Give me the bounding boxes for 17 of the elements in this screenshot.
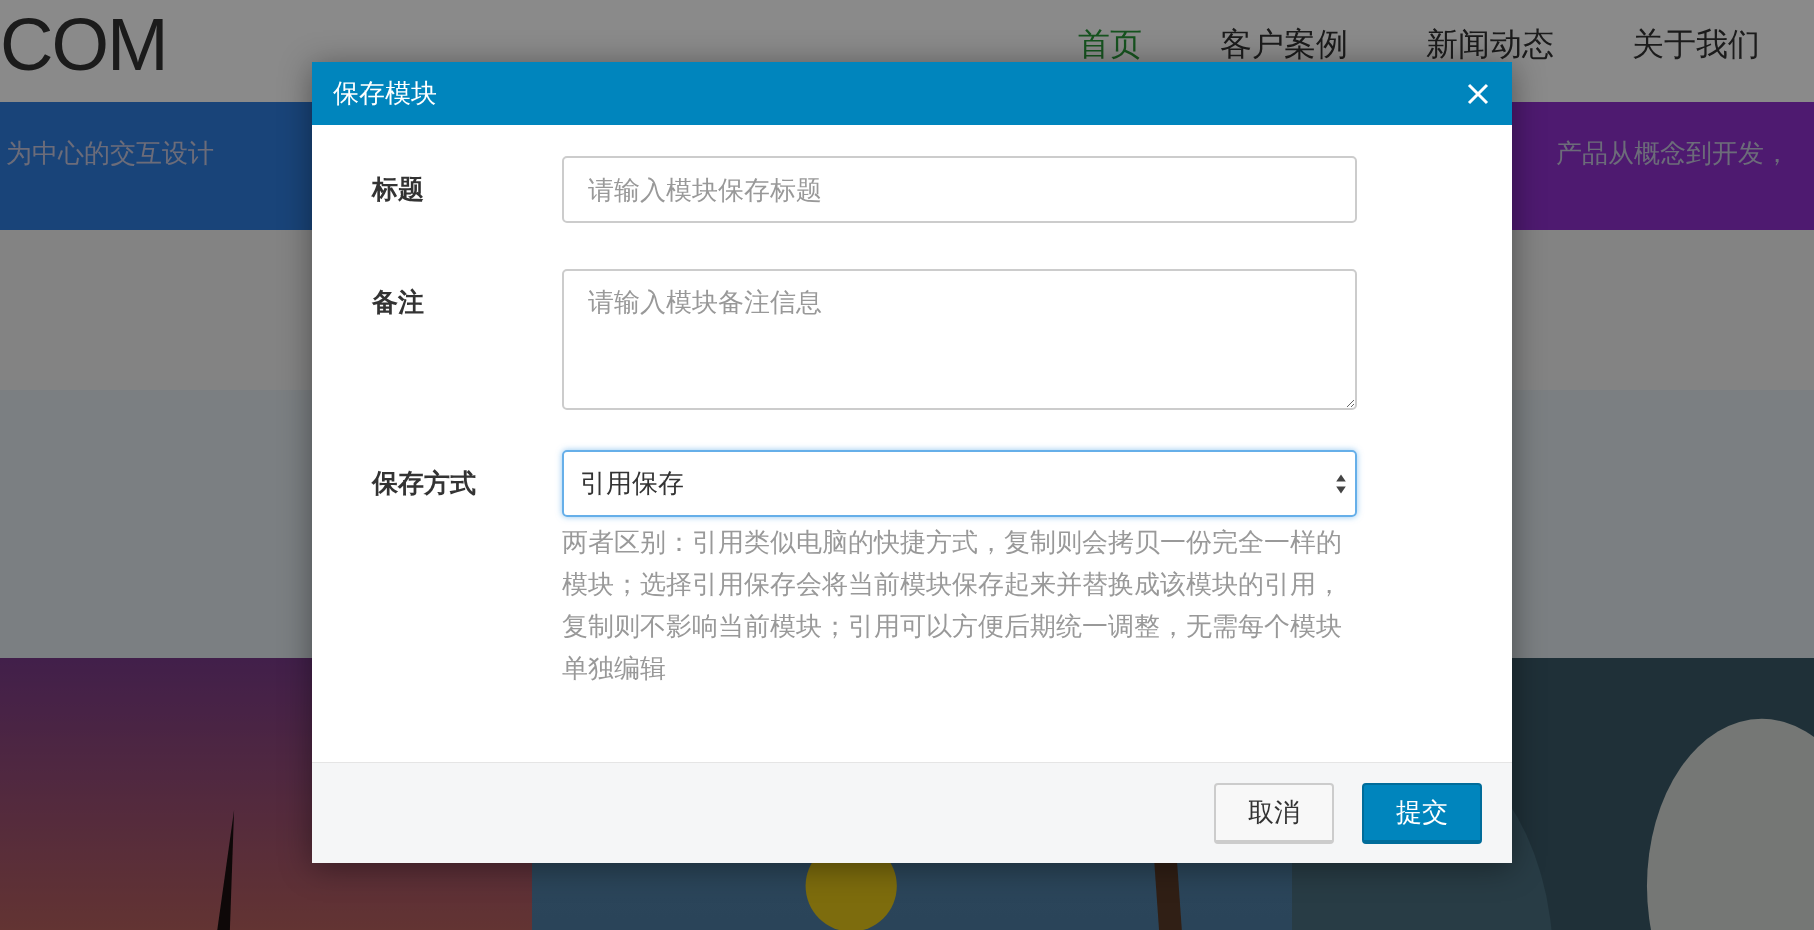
banner-text: 产品从概念到开发， [1556,137,1790,170]
save-mode-select[interactable]: 引用保存 [562,450,1357,517]
nav-link[interactable]: 首页 [1078,24,1142,64]
nav-link[interactable]: 客户案例 [1220,24,1348,64]
help-text: 两者区别：引用类似电脑的快捷方式，复制则会拷贝一份完全一样的模块；选择引用保存会将当前模块保存起来并替换成该模块的引用，复制则不影响当前模块；引用可以方便后期统一调整，无需每个模块单独编辑 [562,526,1343,685]
title-input[interactable]: 请输入模块保存标题 [562,156,1357,223]
nav-link[interactable]: 关于我们 [1632,24,1760,64]
submit-button[interactable]: 提交 [1362,782,1482,844]
nav-link[interactable]: 新闻动态 [1426,24,1554,64]
dialog-title: 保存模块 [333,77,437,110]
field-label: 标题 [370,173,425,206]
logo-text: COM [0,8,167,82]
close-icon[interactable] [1466,81,1490,106]
field-label: 备注 [371,286,425,319]
banner-text: 为中心的交互设计 [6,137,214,170]
remark-textarea[interactable]: 请输入模块备注信息 [562,269,1357,410]
field-label: 保存方式 [370,467,477,500]
